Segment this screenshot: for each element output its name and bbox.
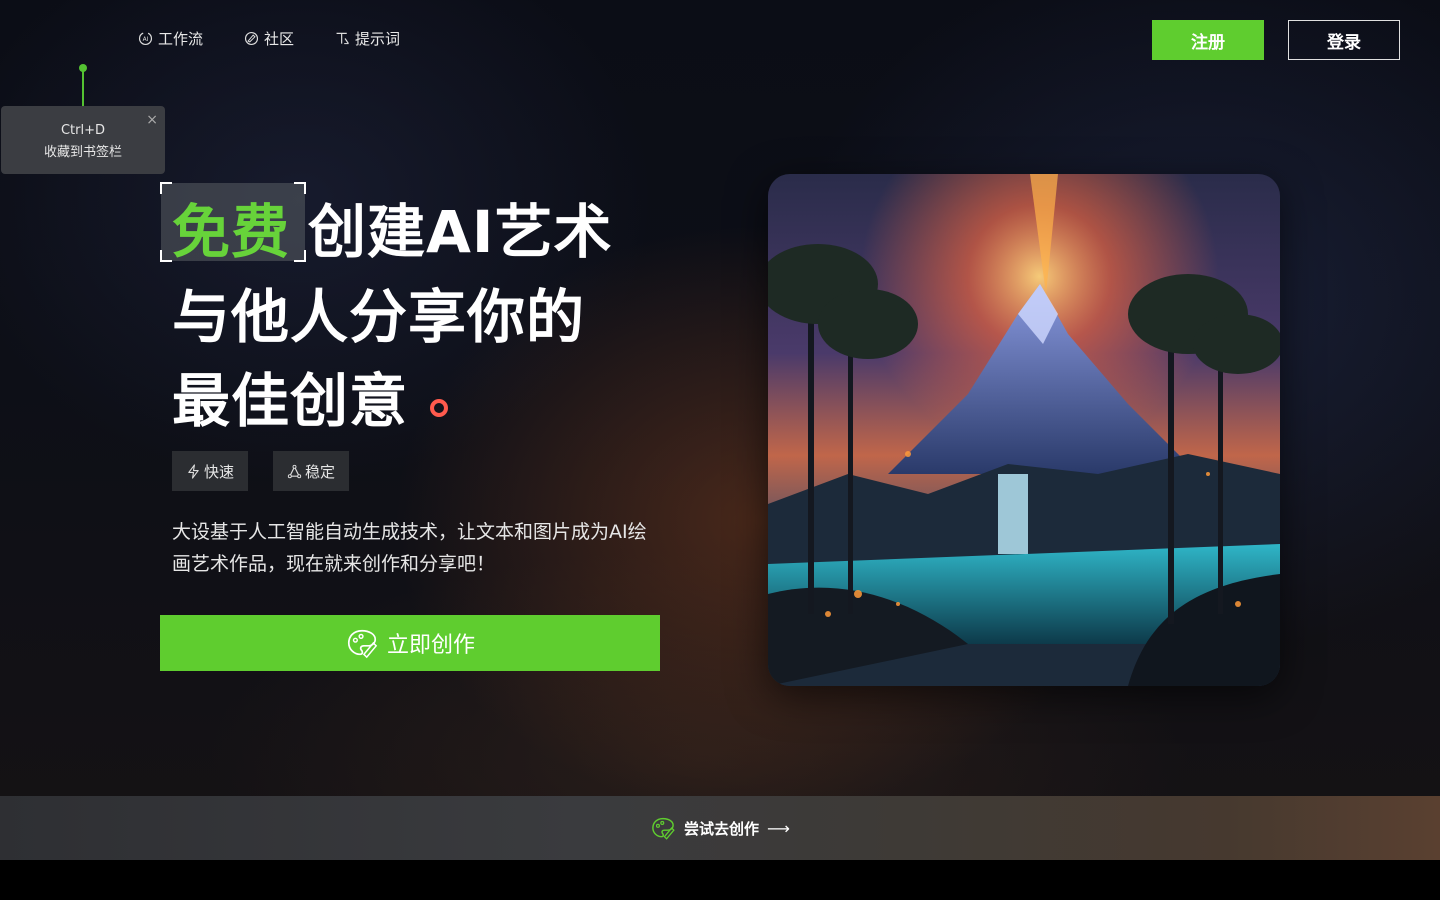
- hero-line-2: 与他人分享你的: [172, 283, 586, 351]
- period-dot-icon: [430, 399, 448, 417]
- lightning-icon: [188, 463, 199, 479]
- create-now-button[interactable]: 立即创作: [160, 615, 660, 671]
- tooltip-pin-line: [82, 68, 84, 106]
- nav-label-prompts: 提示词: [355, 30, 401, 48]
- close-icon[interactable]: ×: [146, 109, 158, 131]
- prompt-icon: [336, 32, 349, 45]
- create-now-label: 立即创作: [386, 633, 475, 658]
- bookmark-shortcut: Ctrl+D: [60, 123, 106, 138]
- tag-stable: 稳定: [273, 451, 349, 491]
- arrow-right-icon: ⟶: [767, 818, 790, 838]
- top-nav: AI 工作流 社区 提示词: [137, 28, 400, 49]
- community-icon: [244, 31, 259, 46]
- nav-item-prompts[interactable]: 提示词: [334, 28, 400, 49]
- svg-text:AI: AI: [143, 36, 149, 43]
- page-background: AI 工作流 社区 提示词 注册 登录 × Ctrl+D 收藏到书签栏 免费 创…: [0, 0, 1440, 860]
- nav-label-workflow: 工作流: [158, 30, 204, 48]
- paint-palette-icon: [347, 629, 378, 659]
- bookmark-text: 收藏到书签栏: [43, 145, 122, 160]
- paint-palette-icon: [652, 817, 675, 840]
- triangle-nodes-icon: [287, 464, 302, 478]
- try-create-label: 尝试去创作: [684, 819, 760, 838]
- ai-workflow-icon: AI: [138, 31, 153, 46]
- nav-item-community[interactable]: 社区: [243, 28, 294, 49]
- hero-artwork-image: [768, 174, 1280, 686]
- hero-description: 大设基于人工智能自动生成技术，让文本和图片成为AI绘画艺术作品，现在就来创作和分…: [172, 521, 647, 575]
- hero-highlight-word: 免费: [172, 198, 291, 266]
- try-create-bar[interactable]: 尝试去创作 ⟶: [0, 796, 1440, 860]
- register-button[interactable]: 注册: [1152, 20, 1264, 60]
- login-button[interactable]: 登录: [1288, 20, 1400, 60]
- bookmark-tooltip: × Ctrl+D 收藏到书签栏: [1, 106, 165, 174]
- nav-item-workflow[interactable]: AI 工作流: [137, 28, 203, 49]
- tag-fast: 快速: [172, 451, 248, 491]
- nav-label-community: 社区: [264, 30, 295, 48]
- hero-line-3: 最佳创意: [172, 367, 409, 435]
- hero-line-1: 创建AI艺术: [308, 198, 613, 266]
- tooltip-pin-dot: [79, 64, 87, 72]
